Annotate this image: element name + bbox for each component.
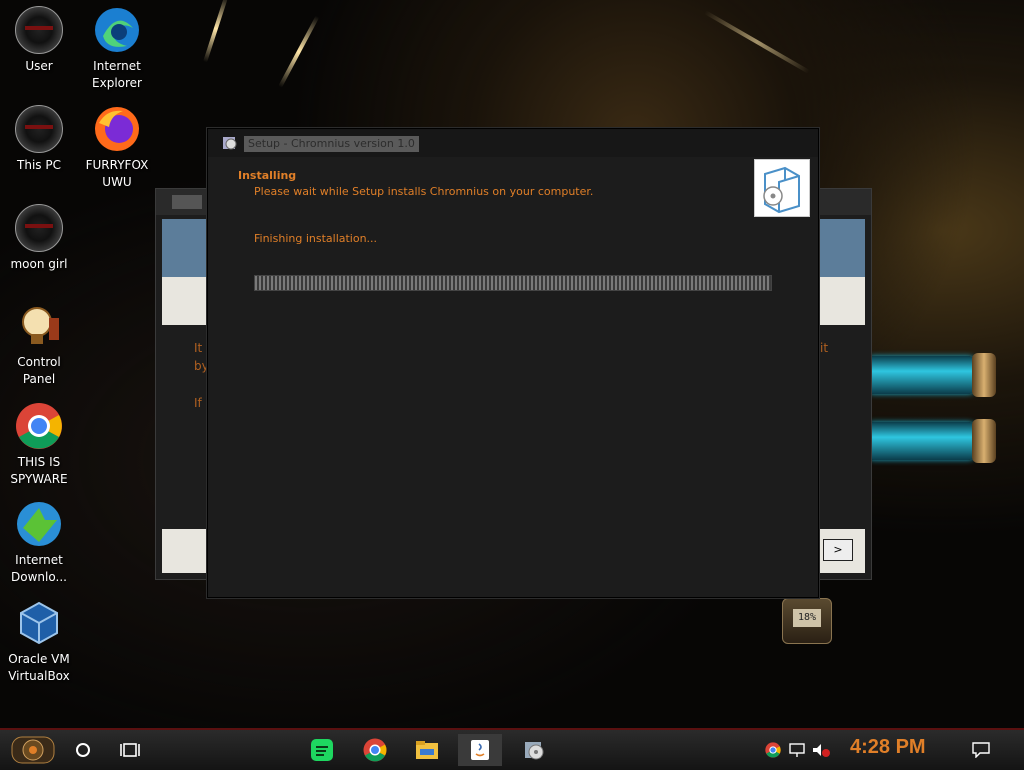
tube-cap-decoration: [972, 419, 996, 463]
light-streak: [278, 15, 320, 88]
desktop-icon-label: moon girl: [10, 257, 68, 271]
desktop-icon-label: Internet Downlo...: [11, 553, 67, 584]
desktop-icon-label: Oracle VM VirtualBox: [8, 652, 70, 683]
status-text: Finishing installation...: [254, 232, 378, 245]
start-button[interactable]: [8, 734, 58, 766]
percentage-gauge: 18%: [782, 598, 832, 644]
cyan-tube-decoration: [866, 422, 976, 460]
volume-muted-icon[interactable]: [810, 734, 832, 766]
notification-icon[interactable]: [968, 734, 994, 766]
taskbar: 4:28 PM: [0, 728, 1024, 770]
tube-cap-decoration: [972, 353, 996, 397]
desktop-icon-label: FURRYFOX UWU: [85, 158, 149, 189]
desktop-icon-label: Internet Explorer: [92, 59, 142, 90]
desktop-icon-internet-download-manager[interactable]: Internet Downlo...: [0, 500, 78, 586]
search-circle-icon[interactable]: [70, 734, 96, 766]
task-view-icon[interactable]: [116, 734, 144, 766]
body-text-fragment: If: [194, 396, 202, 410]
spotify-icon[interactable]: [306, 734, 338, 766]
moon-girl-disc-icon: [15, 204, 63, 252]
page-subheading: Please wait while Setup installs Chromni…: [254, 185, 594, 198]
next-button[interactable]: >: [823, 539, 853, 561]
desktop-icon-furryfox[interactable]: FURRYFOX UWU: [78, 105, 156, 191]
page-heading: Installing: [238, 169, 297, 182]
desktop-icon-this-is-spyware[interactable]: THIS IS SPYWARE: [0, 402, 78, 488]
virtualbox-icon: [15, 599, 63, 647]
chrome-taskbar-icon[interactable]: [358, 734, 392, 766]
this-pc-disc-icon: [15, 105, 63, 153]
lightbulb-icon: [15, 302, 63, 350]
desktop-icon-label: This PC: [17, 158, 61, 172]
setup-app-icon: [222, 135, 238, 151]
setup-dialog[interactable]: Setup - Chromnius version 1.0 Installing…: [207, 128, 819, 598]
idm-icon: [15, 500, 63, 548]
chrome-tray-icon[interactable]: [762, 734, 784, 766]
desktop-icon-label: User: [25, 59, 53, 73]
desktop-icon-virtualbox[interactable]: Oracle VM VirtualBox: [0, 599, 78, 685]
progress-fill: [255, 276, 771, 290]
desktop-icon-internet-explorer[interactable]: Internet Explorer: [78, 6, 156, 92]
user-disc-icon: [15, 6, 63, 54]
body-text-fragment: It: [194, 341, 203, 355]
cyan-tube-decoration: [866, 356, 976, 394]
desktop-icon-this-pc[interactable]: This PC: [0, 105, 78, 174]
firefox-icon: [93, 105, 141, 153]
desktop-icon-label: THIS IS SPYWARE: [10, 455, 68, 486]
setup-titlebar[interactable]: Setup - Chromnius version 1.0: [208, 129, 818, 157]
file-explorer-icon[interactable]: [410, 734, 444, 766]
taskbar-clock[interactable]: 4:28 PM: [850, 736, 926, 759]
java-installer-taskbar-icon[interactable]: [458, 734, 502, 766]
body-text-fragment: it: [820, 341, 829, 355]
desktop-icon-label: Control Panel: [17, 355, 61, 386]
desktop-icon-control-panel[interactable]: Control Panel: [0, 302, 78, 388]
gauge-value: 18%: [793, 609, 821, 627]
network-icon[interactable]: [786, 734, 808, 766]
chrome-icon: [15, 402, 63, 450]
progress-bar: [254, 275, 772, 291]
light-streak: [203, 0, 229, 63]
setup-taskbar-icon[interactable]: [516, 734, 552, 766]
desktop-icon-user[interactable]: User: [0, 6, 78, 75]
light-streak: [704, 10, 810, 74]
edge-icon: [93, 6, 141, 54]
setup-title: Setup - Chromnius version 1.0: [244, 136, 419, 152]
desktop-icon-moon-girl[interactable]: moon girl: [0, 204, 78, 273]
installer-box-cd-icon: [754, 159, 810, 217]
